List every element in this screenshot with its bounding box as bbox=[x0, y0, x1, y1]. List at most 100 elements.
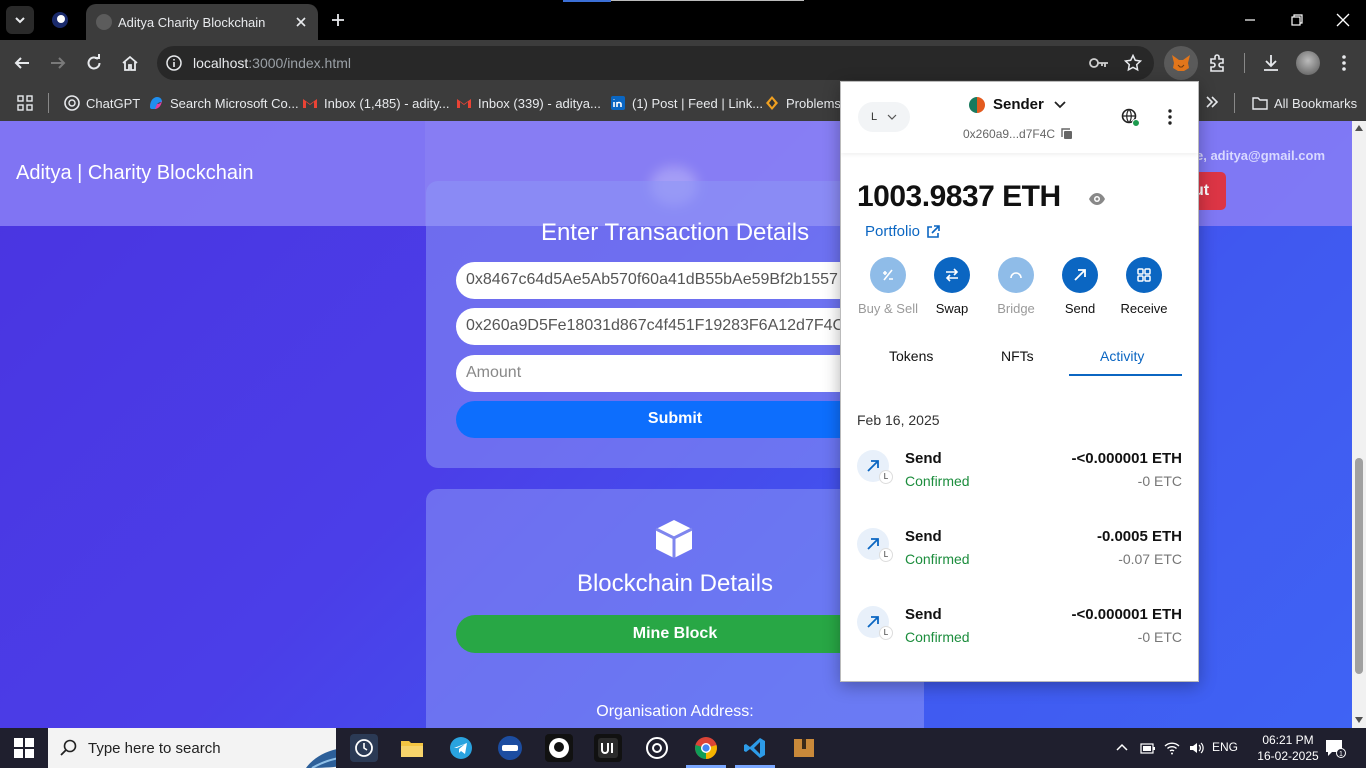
organisation-address-label: Organisation Address: bbox=[596, 703, 754, 720]
back-button[interactable] bbox=[11, 52, 33, 74]
bookmark-label: (1) Post | Feed | Link... bbox=[632, 95, 764, 111]
info-icon bbox=[166, 55, 182, 71]
to-address-field[interactable]: 0x260a9D5Fe18031d867c4f451F19283F6A12d7F… bbox=[456, 308, 896, 345]
swap-label: Swap bbox=[935, 301, 969, 316]
activity-item[interactable]: L Send Confirmed -<0.000001 ETH -0 ETC bbox=[841, 606, 1198, 666]
bookmark-microsoft-copilot[interactable]: Search Microsoft Co... bbox=[148, 92, 299, 114]
address-bar[interactable]: localhost:3000/index.html bbox=[157, 46, 1154, 80]
taskbar-uizard[interactable] bbox=[594, 734, 622, 762]
site-info-button[interactable] bbox=[165, 54, 183, 72]
chevron-up-icon[interactable] bbox=[1114, 740, 1130, 756]
profile-avatar[interactable] bbox=[1296, 51, 1320, 75]
tab-nfts[interactable]: NFTs bbox=[1001, 348, 1034, 364]
bookmark-linkedin[interactable]: (1) Post | Feed | Link... bbox=[610, 92, 763, 114]
active-tab[interactable]: Aditya Charity Blockchain bbox=[86, 4, 318, 40]
window-restore-button[interactable] bbox=[1287, 10, 1307, 30]
browser-menu-button[interactable] bbox=[1333, 52, 1355, 74]
activity-item[interactable]: L Send Confirmed -0.0005 ETH -0.07 ETC bbox=[841, 528, 1198, 588]
wifi-icon[interactable] bbox=[1164, 740, 1180, 756]
kebab-menu-icon[interactable] bbox=[1161, 108, 1179, 126]
user-email: e, aditya@gmail.com bbox=[1196, 148, 1325, 163]
bookmark-gmail-2[interactable]: Inbox (339) - aditya... bbox=[456, 92, 601, 114]
volume-icon[interactable] bbox=[1188, 740, 1204, 756]
tab-close-button[interactable] bbox=[292, 13, 310, 31]
windows-start-icon[interactable] bbox=[14, 738, 34, 758]
site-brand[interactable]: Aditya | Charity Blockchain bbox=[16, 162, 254, 185]
bookmark-chatgpt[interactable]: ChatGPT bbox=[64, 92, 140, 114]
apps-button[interactable] bbox=[17, 92, 33, 114]
activity-item[interactable]: L Send Confirmed -<0.000001 ETH -0 ETC bbox=[841, 450, 1198, 510]
battery-icon[interactable] bbox=[1140, 740, 1156, 756]
url-path: :3000/index.html bbox=[248, 55, 351, 71]
copilot-icon bbox=[150, 97, 162, 109]
url-text[interactable]: localhost:3000/index.html bbox=[193, 55, 351, 71]
window-minimize-button[interactable] bbox=[1240, 10, 1260, 30]
bookmark-gmail-1[interactable]: Inbox (1,485) - adity... bbox=[302, 92, 450, 114]
eye-icon[interactable] bbox=[1088, 190, 1106, 208]
extensions-button[interactable] bbox=[1207, 52, 1229, 74]
taskbar-chatgpt[interactable] bbox=[643, 734, 671, 762]
scroll-up-arrow-icon[interactable] bbox=[1355, 125, 1363, 131]
send-button[interactable]: Send bbox=[1048, 257, 1112, 316]
input-language[interactable]: ENG bbox=[1212, 740, 1238, 754]
scrollbar-thumb[interactable] bbox=[1355, 458, 1363, 674]
code-site-icon bbox=[766, 96, 778, 110]
taskbar-vscode[interactable] bbox=[741, 734, 769, 762]
windows-taskbar: Type here to search ENG 06:21 PM 16-02-2… bbox=[0, 728, 1366, 768]
new-tab-button[interactable] bbox=[328, 10, 348, 30]
portfolio-link[interactable]: Portfolio bbox=[865, 223, 940, 240]
chatgpt-icon bbox=[646, 737, 668, 759]
activity-status: Confirmed bbox=[905, 551, 970, 567]
home-button[interactable] bbox=[119, 52, 141, 74]
scroll-down-arrow-icon[interactable] bbox=[1355, 717, 1363, 723]
send-label: Send bbox=[1064, 301, 1096, 316]
bridge-button[interactable]: Bridge bbox=[984, 257, 1048, 316]
arrow-left-icon bbox=[14, 57, 29, 69]
network-initial: L bbox=[870, 111, 878, 123]
account-address-copy[interactable]: 0x260a9...d7F4C bbox=[963, 127, 1073, 141]
bookmark-label: All Bookmarks bbox=[1274, 95, 1358, 111]
taskbar-unstop[interactable] bbox=[496, 734, 524, 762]
kebab-menu-icon bbox=[1342, 55, 1346, 71]
window-close-button[interactable] bbox=[1333, 10, 1353, 30]
forward-button[interactable] bbox=[47, 52, 69, 74]
from-address-field[interactable]: 0x8467c64d5Ae5Ab570f60a41dB55bAe59Bf2b15… bbox=[456, 262, 896, 299]
network-picker[interactable]: L bbox=[858, 102, 910, 132]
buy-sell-button[interactable]: Buy & Sell bbox=[856, 257, 920, 316]
bookmark-label: Search Microsoft Co... bbox=[170, 95, 299, 111]
more-bookmarks-button[interactable] bbox=[1203, 93, 1221, 111]
clock-date: 16-02-2025 bbox=[1257, 749, 1319, 763]
submit-button[interactable]: Submit bbox=[456, 401, 894, 438]
metamask-extension-button[interactable] bbox=[1164, 46, 1198, 80]
pinned-tab[interactable] bbox=[50, 10, 70, 30]
system-clock[interactable]: 06:21 PM 16-02-2025 bbox=[1256, 732, 1320, 764]
page-scrollbar[interactable] bbox=[1352, 121, 1366, 728]
bookmark-label: ChatGPT bbox=[86, 95, 141, 111]
taskbar-telegram[interactable] bbox=[447, 734, 475, 762]
tab-tokens[interactable]: Tokens bbox=[889, 348, 933, 364]
bookmark-star-button[interactable] bbox=[1123, 53, 1143, 73]
taskbar-file-explorer[interactable] bbox=[398, 734, 426, 762]
receive-button[interactable]: Receive bbox=[1112, 257, 1176, 316]
reload-button[interactable] bbox=[83, 52, 105, 74]
amount-field[interactable]: Amount bbox=[456, 355, 896, 392]
ui-app-icon bbox=[598, 738, 618, 758]
tab-search-button[interactable] bbox=[6, 6, 34, 34]
receive-label: Receive bbox=[1120, 301, 1168, 316]
taskbar-chrome[interactable] bbox=[692, 734, 720, 762]
downloads-button[interactable] bbox=[1260, 52, 1282, 74]
swap-button[interactable]: Swap bbox=[920, 257, 984, 316]
account-picker[interactable]: Sender bbox=[969, 96, 1068, 113]
notification-icon[interactable]: 1 bbox=[1324, 738, 1346, 758]
bookmark-problems[interactable]: Problems bbox=[764, 92, 841, 114]
taskbar-github[interactable] bbox=[545, 734, 573, 762]
taskbar-archive-app[interactable] bbox=[790, 734, 818, 762]
taskbar-timer-app[interactable] bbox=[350, 734, 378, 762]
toolbar-separator bbox=[1244, 53, 1245, 73]
password-manager-button[interactable] bbox=[1089, 54, 1109, 72]
mine-block-button[interactable]: Mine Block bbox=[456, 615, 894, 653]
url-host: localhost bbox=[193, 55, 249, 71]
taskbar-search[interactable]: Type here to search bbox=[48, 728, 336, 768]
tab-activity[interactable]: Activity bbox=[1100, 348, 1144, 364]
all-bookmarks-button[interactable]: All Bookmarks bbox=[1252, 92, 1357, 114]
